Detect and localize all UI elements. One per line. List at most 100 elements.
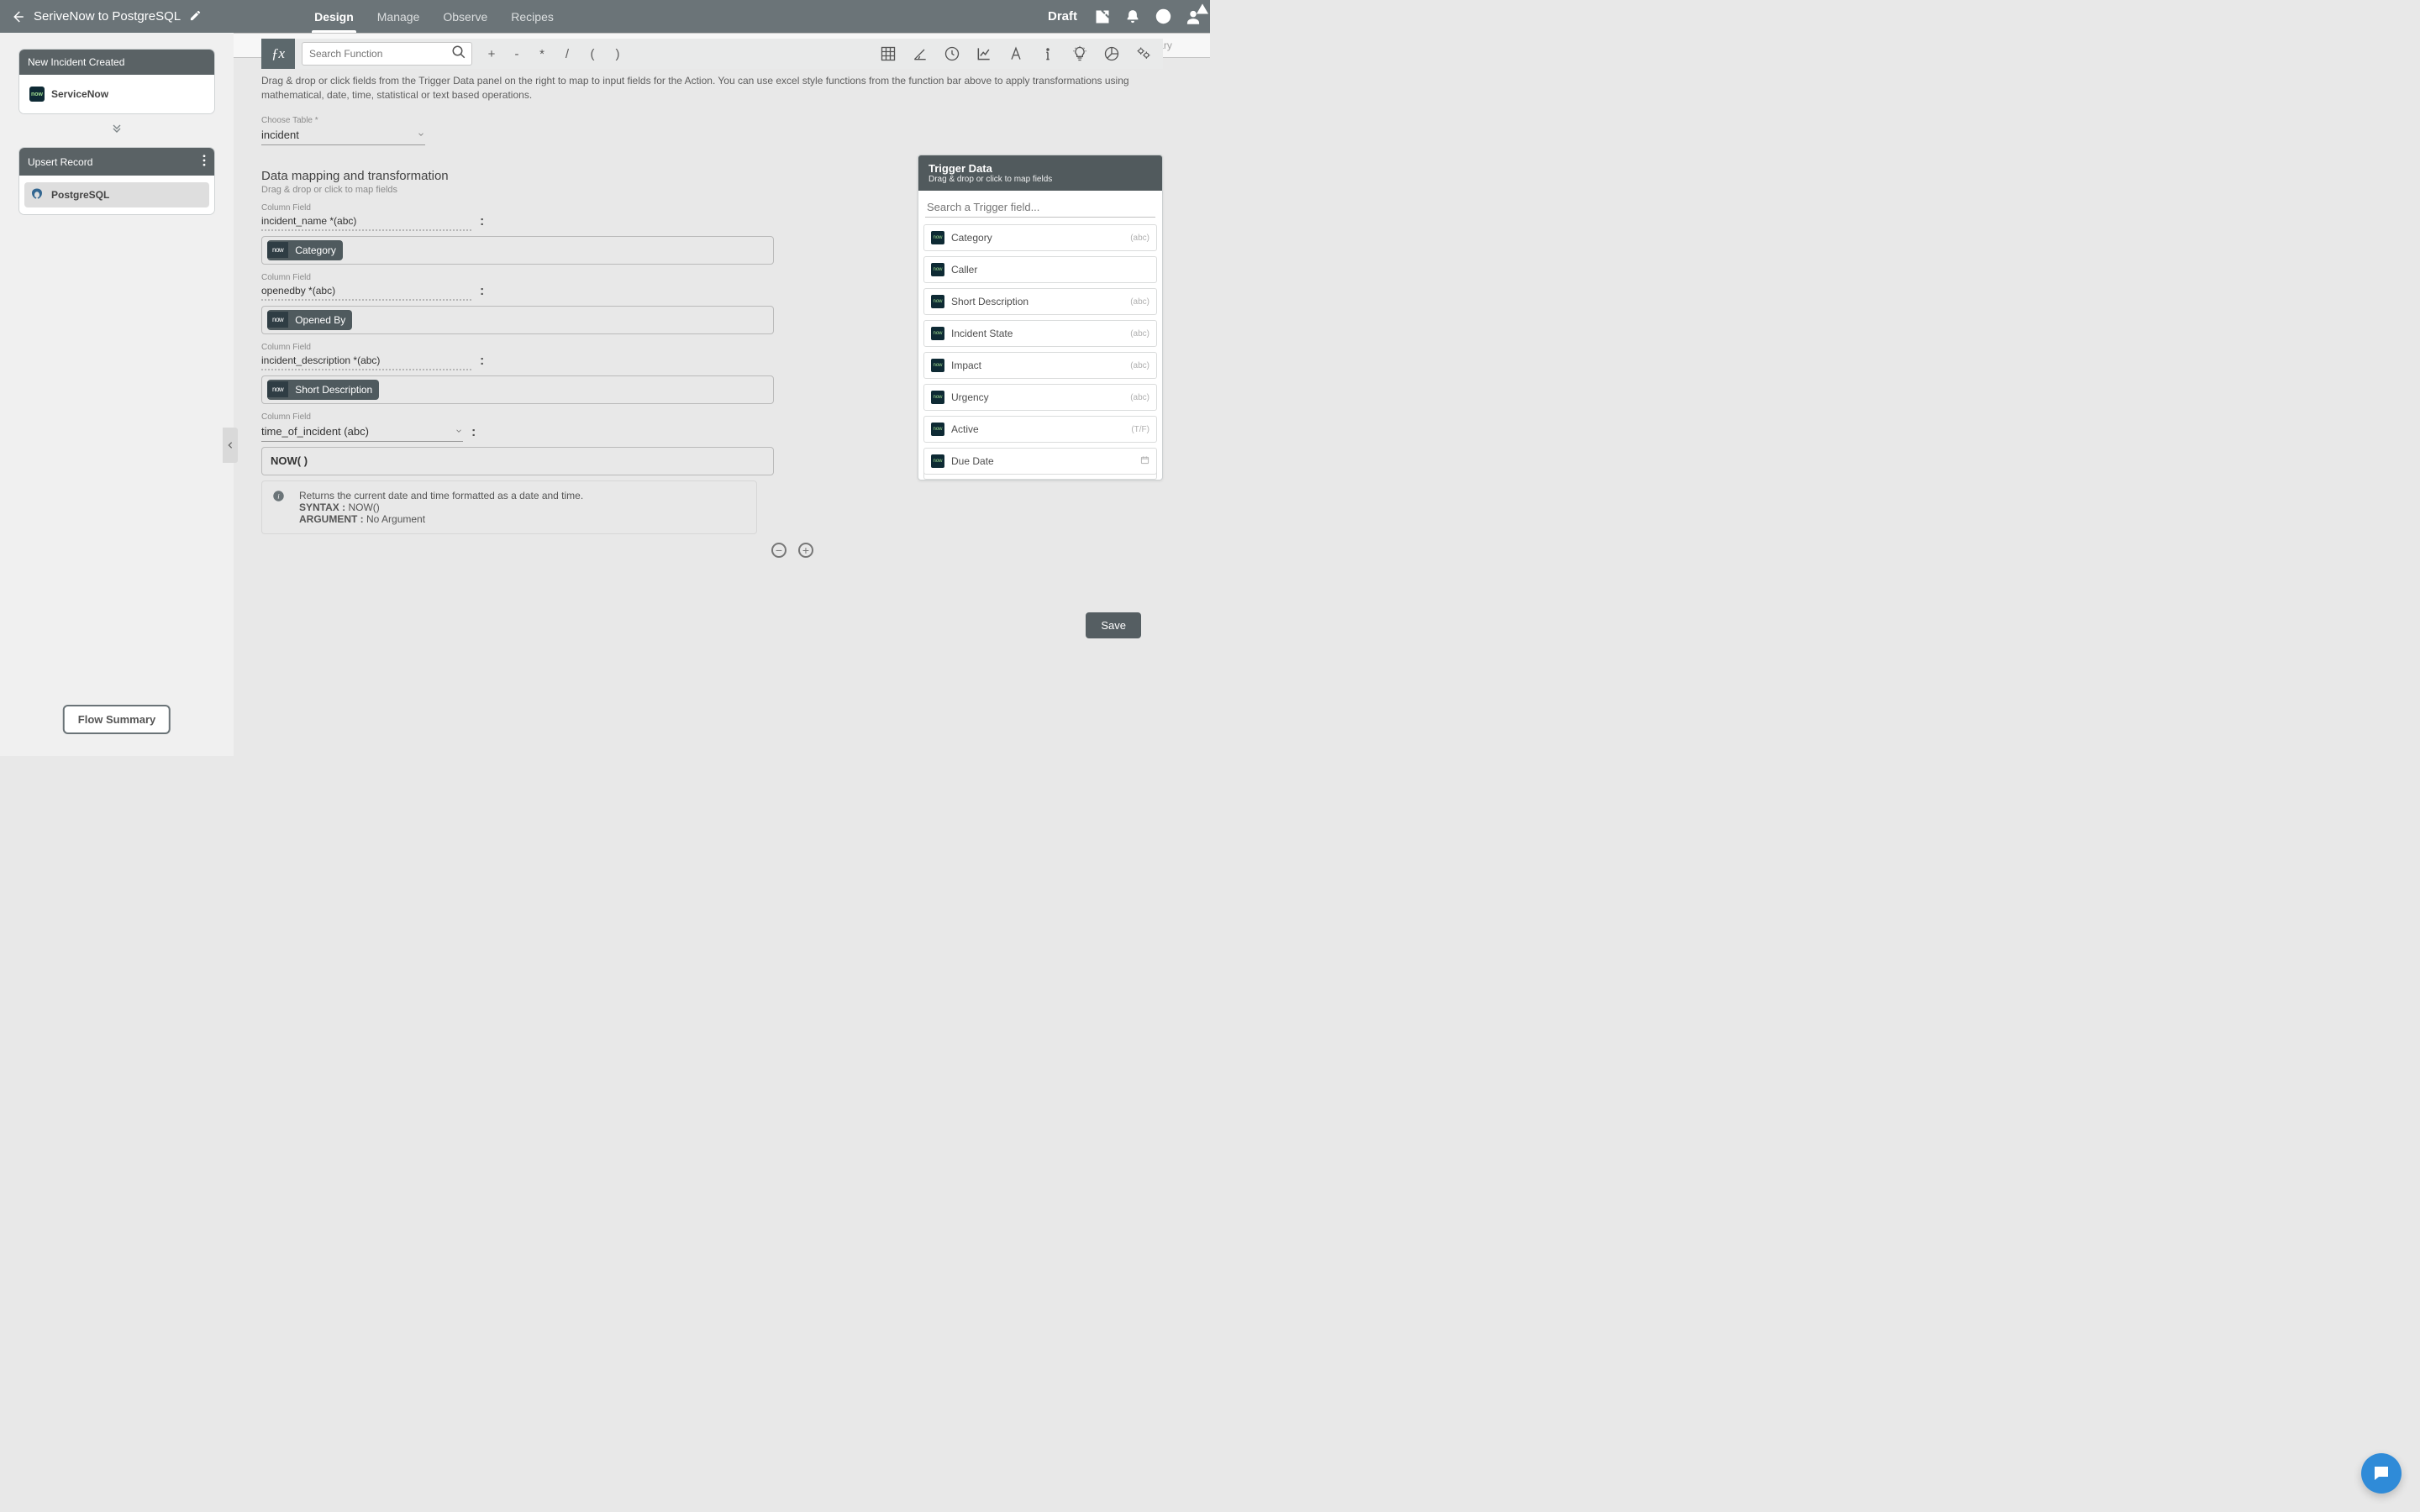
trigger-field-item[interactable]: nowImpact(abc) xyxy=(923,352,1157,379)
edit-title-icon[interactable] xyxy=(189,9,202,24)
trigger-field-name: Incident State xyxy=(951,328,1013,339)
mapping-dropzone[interactable]: nowCategory xyxy=(261,236,774,265)
remove-row-button[interactable]: − xyxy=(771,543,786,558)
open-external-icon[interactable] xyxy=(1094,8,1111,25)
field-chip[interactable]: nowCategory xyxy=(267,240,343,260)
mapping-dropzone[interactable]: nowShort Description xyxy=(261,375,774,404)
servicenow-logo-icon: now xyxy=(931,327,944,340)
servicenow-logo-icon: now xyxy=(931,423,944,436)
trigger-app[interactable]: now ServiceNow xyxy=(24,81,209,107)
flow-summary-button[interactable]: Flow Summary xyxy=(63,705,171,734)
column-field-select[interactable]: time_of_incident (abc) xyxy=(261,422,463,442)
help-argument-value: No Argument xyxy=(366,513,425,525)
trigger-field-item[interactable]: now Active (T/F) xyxy=(923,416,1157,443)
chip-source-icon: now xyxy=(267,312,288,328)
op-rparen[interactable]: ) xyxy=(605,47,630,61)
column-field-value[interactable]: incident_description *(abc) xyxy=(261,352,471,370)
status-badge: Draft xyxy=(1048,9,1077,24)
user-warning-icon xyxy=(1197,3,1208,18)
back-arrow[interactable] xyxy=(8,8,27,26)
chip-label: Category xyxy=(288,240,343,260)
servicenow-logo-icon: now xyxy=(931,391,944,404)
function-input[interactable]: NOW( ) xyxy=(261,447,774,475)
trigger-app-label: ServiceNow xyxy=(51,88,108,100)
fx-icon[interactable]: ƒx xyxy=(261,39,295,69)
chat-widget-button[interactable] xyxy=(2361,1453,2402,1494)
field-chip[interactable]: nowShort Description xyxy=(267,380,379,400)
function-search-input[interactable] xyxy=(302,48,446,60)
column-field-value: time_of_incident (abc) xyxy=(261,425,369,438)
trigger-field-type: (abc) xyxy=(1130,393,1150,402)
header-actions xyxy=(1094,8,1202,25)
choose-table-label: Choose Table * xyxy=(261,116,774,125)
info-fn-icon[interactable] xyxy=(1039,45,1057,63)
gears-fn-icon[interactable] xyxy=(1134,45,1153,63)
mapping-row: Column Field time_of_incident (abc) : NO… xyxy=(261,412,774,534)
text-fn-icon[interactable] xyxy=(1007,45,1025,63)
servicenow-logo-icon: now xyxy=(931,231,944,244)
trigger-field-list: nowCategory(abc) nowCaller nowShort Desc… xyxy=(918,224,1162,476)
action-app[interactable]: PostgreSQL xyxy=(24,182,209,207)
chip-source-icon: now xyxy=(267,242,288,258)
chart-fn-icon[interactable] xyxy=(975,45,993,63)
trigger-card[interactable]: New Incident Created now ServiceNow xyxy=(19,50,214,113)
trigger-field-type: (abc) xyxy=(1130,361,1150,370)
calendar-icon xyxy=(1140,455,1150,467)
column-field-label: Column Field xyxy=(261,203,774,213)
colon-separator: : xyxy=(476,354,487,370)
instructions-text: Drag & drop or click fields from the Tri… xyxy=(261,74,1144,102)
mapping-dropzone[interactable]: nowOpened By xyxy=(261,306,774,334)
trigger-field-type: (abc) xyxy=(1130,234,1150,243)
choose-table-value: incident xyxy=(261,129,299,141)
servicenow-logo-icon: now xyxy=(931,454,944,468)
op-lparen[interactable]: ( xyxy=(580,47,605,61)
trigger-field-item[interactable]: nowCaller xyxy=(923,256,1157,283)
trigger-panel-subtitle: Drag & drop or click to map fields xyxy=(929,175,1152,184)
help-icon[interactable] xyxy=(1155,8,1171,25)
tab-observe[interactable]: Observe xyxy=(431,0,499,33)
flow-sidebar: New Incident Created now ServiceNow Upse… xyxy=(0,33,234,756)
servicenow-logo-icon: now xyxy=(931,359,944,372)
function-search[interactable] xyxy=(302,42,472,66)
tab-manage[interactable]: Manage xyxy=(366,0,432,33)
trigger-field-item[interactable]: nowUrgency(abc) xyxy=(923,384,1157,411)
column-field-value[interactable]: incident_name *(abc) xyxy=(261,213,471,231)
trigger-field-item[interactable]: now Incident State (abc) xyxy=(923,320,1157,347)
operator-buttons: + - * / ( ) xyxy=(479,47,630,61)
trigger-field-item[interactable]: nowShort Description(abc) xyxy=(923,288,1157,315)
column-field-value[interactable]: openedby *(abc) xyxy=(261,282,471,301)
postgresql-logo-icon xyxy=(29,187,45,202)
trigger-field-item[interactable]: nowCategory(abc) xyxy=(923,224,1157,251)
notifications-icon[interactable] xyxy=(1124,8,1141,25)
trigger-field-type: (T/F) xyxy=(1131,425,1150,434)
tab-design[interactable]: Design xyxy=(302,0,366,33)
user-avatar-icon[interactable] xyxy=(1185,8,1202,25)
op-mult[interactable]: * xyxy=(529,47,555,61)
trigger-field-name: Short Description xyxy=(951,296,1028,307)
idea-fn-icon[interactable] xyxy=(1071,45,1089,63)
save-button[interactable]: Save xyxy=(1086,612,1141,638)
servicenow-logo-icon: now xyxy=(931,295,944,308)
field-chip[interactable]: nowOpened By xyxy=(267,310,352,330)
tab-recipes[interactable]: Recipes xyxy=(499,0,566,33)
grid-fn-icon[interactable] xyxy=(879,45,897,63)
trigger-card-title: New Incident Created xyxy=(19,50,214,75)
op-div[interactable]: / xyxy=(555,47,580,61)
transformer-content: ƒx + - * / ( ) xyxy=(234,33,1210,756)
trigger-search-input[interactable] xyxy=(925,197,1155,218)
trigger-field-type: (abc) xyxy=(1130,329,1150,339)
add-row-button[interactable]: + xyxy=(798,543,813,558)
search-icon[interactable] xyxy=(446,45,471,64)
action-card-title: Upsert Record xyxy=(28,156,92,168)
clock-fn-icon[interactable] xyxy=(943,45,961,63)
trigger-field-name: Caller xyxy=(951,264,977,276)
angle-fn-icon[interactable] xyxy=(911,45,929,63)
op-minus[interactable]: - xyxy=(504,47,529,61)
op-plus[interactable]: + xyxy=(479,47,504,61)
choose-table-select[interactable]: incident xyxy=(261,125,425,145)
trigger-field-name: Active xyxy=(951,423,979,435)
action-card-menu-icon[interactable] xyxy=(203,155,206,169)
pie-fn-icon[interactable] xyxy=(1102,45,1121,63)
chip-label: Opened By xyxy=(288,310,352,330)
action-card[interactable]: Upsert Record PostgreSQL xyxy=(19,148,214,214)
